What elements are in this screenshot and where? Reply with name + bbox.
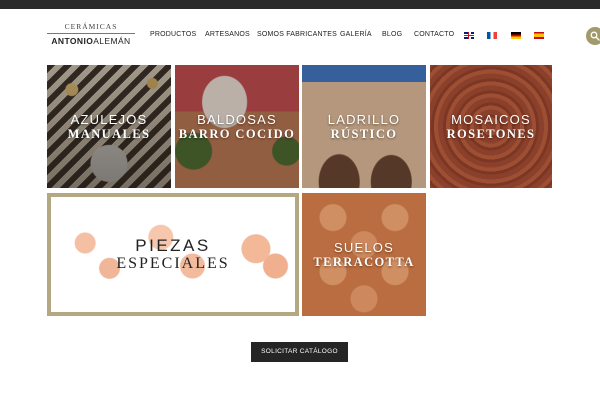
tile-ladrillo-rustico[interactable]: LADRILLO RÚSTICO (302, 65, 426, 188)
search-button[interactable] (586, 27, 600, 45)
tile-title: MOSAICOS (451, 112, 531, 127)
nav-item-somos-fabricantes[interactable]: SOMOS FABRICANTES (257, 31, 337, 38)
nav-item-productos[interactable]: PRODUCTOS (150, 31, 196, 38)
tile-subtitle: MANUALES (67, 127, 151, 141)
tile-mosaicos-rosetones[interactable]: MOSAICOS ROSETONES (430, 65, 552, 188)
nav-item-galeria[interactable]: GALERÍA (340, 31, 372, 38)
tile-subtitle: BARRO COCIDO (178, 127, 296, 141)
tile-subtitle: ROSETONES (446, 127, 536, 141)
tile-title: LADRILLO (327, 112, 401, 127)
nav-item-contacto[interactable]: CONTACTO (414, 31, 454, 38)
flag-spain-icon[interactable] (534, 32, 544, 39)
flag-uk-icon[interactable] (464, 32, 474, 39)
tile-title: PIEZAS (135, 236, 211, 255)
nav-item-artesanos[interactable]: ARTESANOS (205, 31, 250, 38)
top-bar (0, 0, 600, 9)
tile-title: BALDOSAS (197, 112, 277, 127)
logo-name-bold: ANTONIO (51, 36, 94, 46)
search-icon (590, 31, 600, 41)
logo-tagline: CERÁMICAS (64, 22, 118, 31)
flag-france-icon[interactable] (487, 32, 497, 39)
tile-baldosas-barro-cocido[interactable]: BALDOSAS BARRO COCIDO (175, 65, 299, 188)
tile-title: AZULEJOS (70, 112, 148, 127)
tile-subtitle: ESPECIALES (116, 255, 230, 272)
logo-name: ANTONIOALEMÁN (47, 36, 135, 46)
logo-divider (47, 33, 135, 34)
tile-subtitle: RÚSTICO (330, 127, 398, 141)
tile-suelos-terracotta[interactable]: SUELOS TERRACOTTA (302, 193, 426, 316)
flag-germany-icon[interactable] (511, 32, 521, 39)
tile-subtitle: TERRACOTTA (313, 255, 415, 269)
request-catalog-button[interactable]: SOLICITAR CATÁLOGO (251, 342, 348, 362)
logo-name-regular: ALEMÁN (93, 36, 131, 46)
tile-azulejos-manuales[interactable]: AZULEJOS MANUALES (47, 65, 171, 188)
tile-title: SUELOS (334, 240, 394, 255)
nav-item-blog[interactable]: BLOG (382, 31, 402, 38)
site-logo[interactable]: CERÁMICAS ANTONIOALEMÁN (47, 22, 135, 46)
tile-piezas-especiales[interactable]: PIEZAS ESPECIALES (47, 193, 299, 316)
